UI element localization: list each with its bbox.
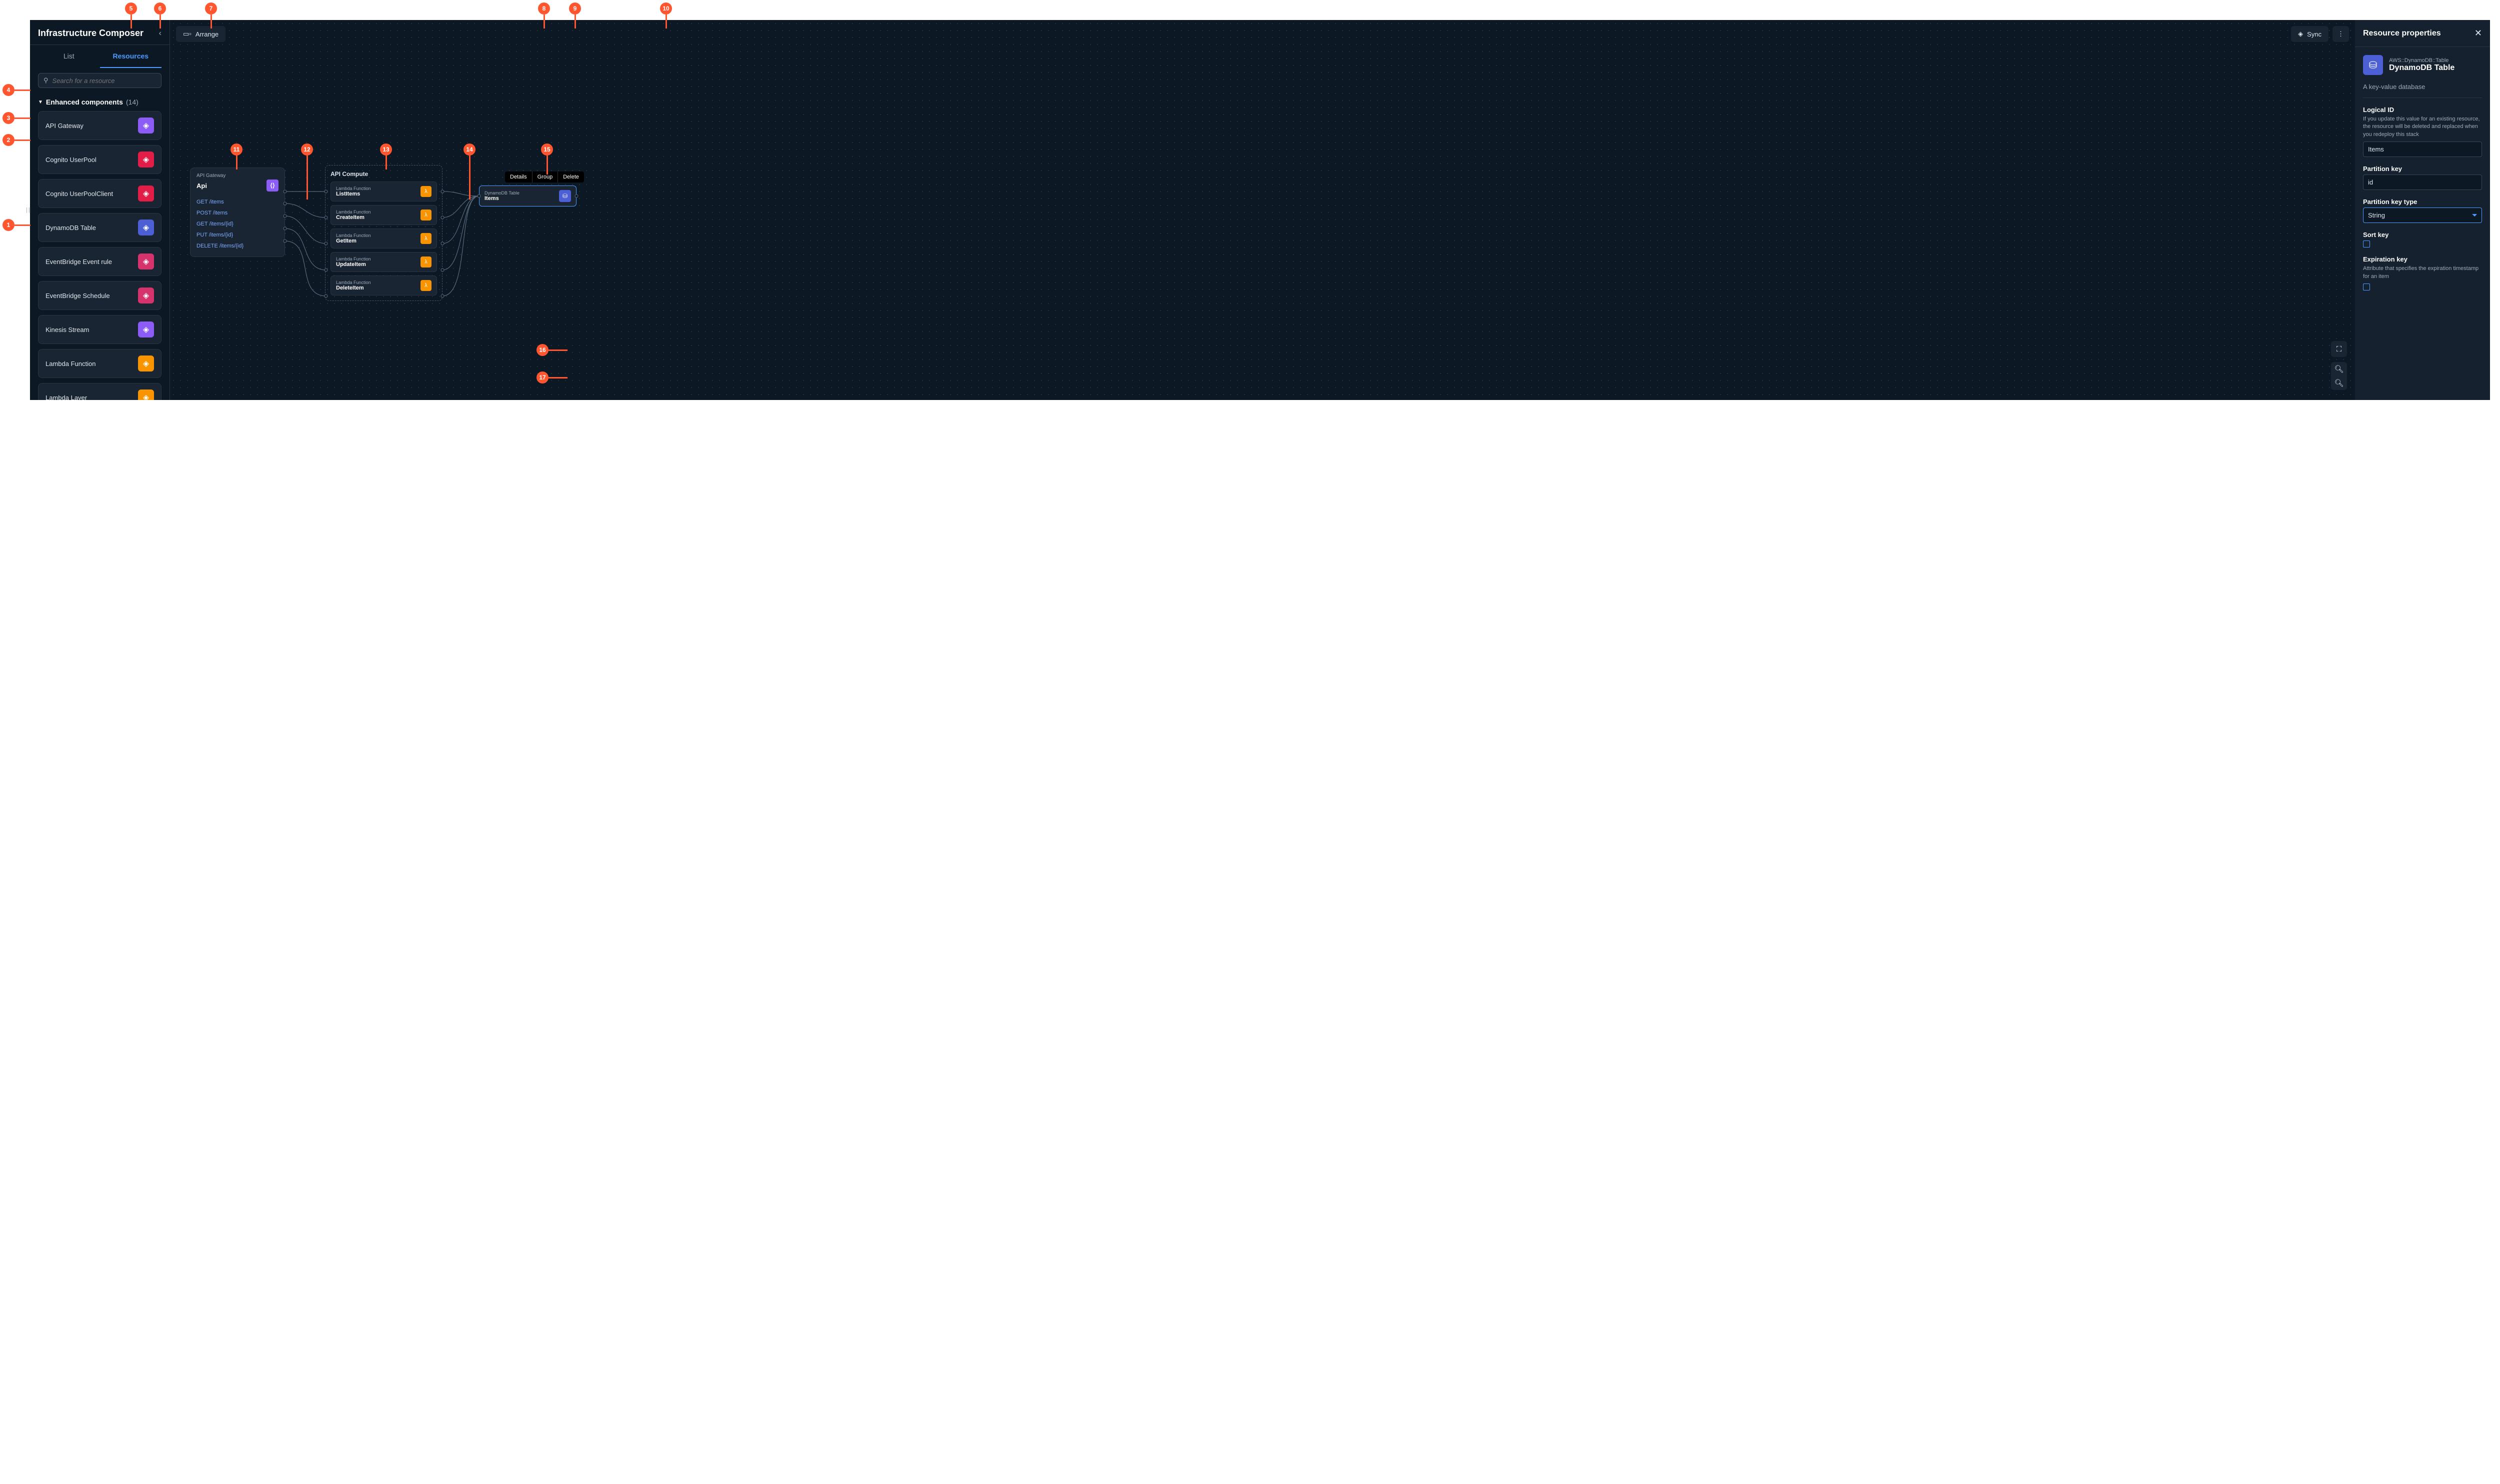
dynamodb-icon: ⛁ [2363, 55, 2383, 75]
callout-10: 10 [660, 2, 672, 14]
callout-16: 16 [536, 344, 548, 356]
app-window: Infrastructure Composer ‹ List Resources… [30, 20, 2490, 400]
resource-icon: ◈ [138, 390, 154, 400]
resource-item[interactable]: Lambda Function◈ [38, 349, 162, 378]
ctx-delete[interactable]: Delete [558, 172, 584, 182]
callout-17: 17 [536, 372, 548, 384]
logical-id-input[interactable] [2363, 142, 2482, 157]
callout-13: 13 [380, 144, 392, 156]
panel-resize-handle[interactable]: || [26, 207, 31, 213]
resource-item[interactable]: DynamoDB Table◈ [38, 213, 162, 242]
resource-icon: ◈ [138, 356, 154, 372]
more-menu-button[interactable]: ⋮ [2332, 26, 2349, 42]
tab-resources[interactable]: Resources [100, 45, 162, 68]
resource-item[interactable]: Cognito UserPool◈ [38, 145, 162, 174]
search-icon: ⚲ [44, 76, 48, 84]
sort-key-checkbox[interactable] [2363, 240, 2370, 248]
resource-icon: ◈ [138, 254, 154, 270]
ctx-details[interactable]: Details [505, 172, 532, 182]
properties-panel: || Resource properties ✕ ⛁ AWS::DynamoDB… [2355, 20, 2490, 400]
search-input[interactable] [52, 77, 156, 84]
collapse-sidebar-button[interactable]: ‹ [159, 29, 162, 38]
resource-item[interactable]: Cognito UserPoolClient◈ [38, 179, 162, 208]
resource-item[interactable]: EventBridge Event rule◈ [38, 247, 162, 276]
resource-item[interactable]: API Gateway◈ [38, 111, 162, 140]
expiration-key-checkbox[interactable] [2363, 284, 2370, 290]
sidebar: Infrastructure Composer ‹ List Resources… [30, 20, 170, 400]
callout-11: 11 [230, 144, 242, 156]
resource-icon: ◈ [138, 288, 154, 304]
callout-9: 9 [569, 2, 581, 14]
partition-key-type-select[interactable]: String [2363, 208, 2482, 223]
resource-icon: ◈ [138, 152, 154, 168]
callout-14: 14 [464, 144, 476, 156]
canvas[interactable]: ▭▫ Arrange ◈ Sync ⋮ [170, 20, 2355, 400]
callout-12: 12 [301, 144, 313, 156]
callout-8: 8 [538, 2, 550, 14]
callout-7: 7 [205, 2, 217, 14]
kebab-icon: ⋮ [2338, 30, 2344, 38]
resource-list: API Gateway◈ Cognito UserPool◈ Cognito Use… [30, 111, 170, 400]
resource-icon: ◈ [138, 220, 154, 236]
search-input-wrap[interactable]: ⚲ [38, 73, 162, 88]
sync-button[interactable]: ◈ Sync [2291, 26, 2328, 42]
connections [170, 20, 2355, 400]
callout-1: 1 [2, 219, 14, 231]
arrange-icon: ▭▫ [183, 30, 192, 38]
section-enhanced-components[interactable]: ▼ Enhanced components (14) [30, 93, 170, 111]
callout-3: 3 [2, 112, 14, 124]
sync-icon: ◈ [2298, 30, 2303, 38]
callout-5: 5 [125, 2, 137, 14]
caret-down-icon: ▼ [38, 100, 43, 105]
callout-4: 4 [2, 84, 14, 96]
resource-icon: ◈ [138, 186, 154, 202]
sidebar-title: Infrastructure Composer [38, 28, 144, 38]
close-panel-button[interactable]: ✕ [2474, 28, 2482, 38]
tab-list[interactable]: List [38, 45, 100, 68]
resource-icon: ◈ [138, 118, 154, 134]
resource-item[interactable]: Lambda Layer◈ [38, 383, 162, 400]
callout-15: 15 [541, 144, 553, 156]
resource-item[interactable]: Kinesis Stream◈ [38, 315, 162, 344]
panel-title: Resource properties [2363, 29, 2441, 38]
callout-2: 2 [2, 134, 14, 146]
callout-6: 6 [154, 2, 166, 14]
resource-icon: ◈ [138, 322, 154, 338]
resource-item[interactable]: EventBridge Schedule◈ [38, 281, 162, 310]
arrange-button[interactable]: ▭▫ Arrange [176, 26, 226, 42]
partition-key-input[interactable] [2363, 174, 2482, 190]
